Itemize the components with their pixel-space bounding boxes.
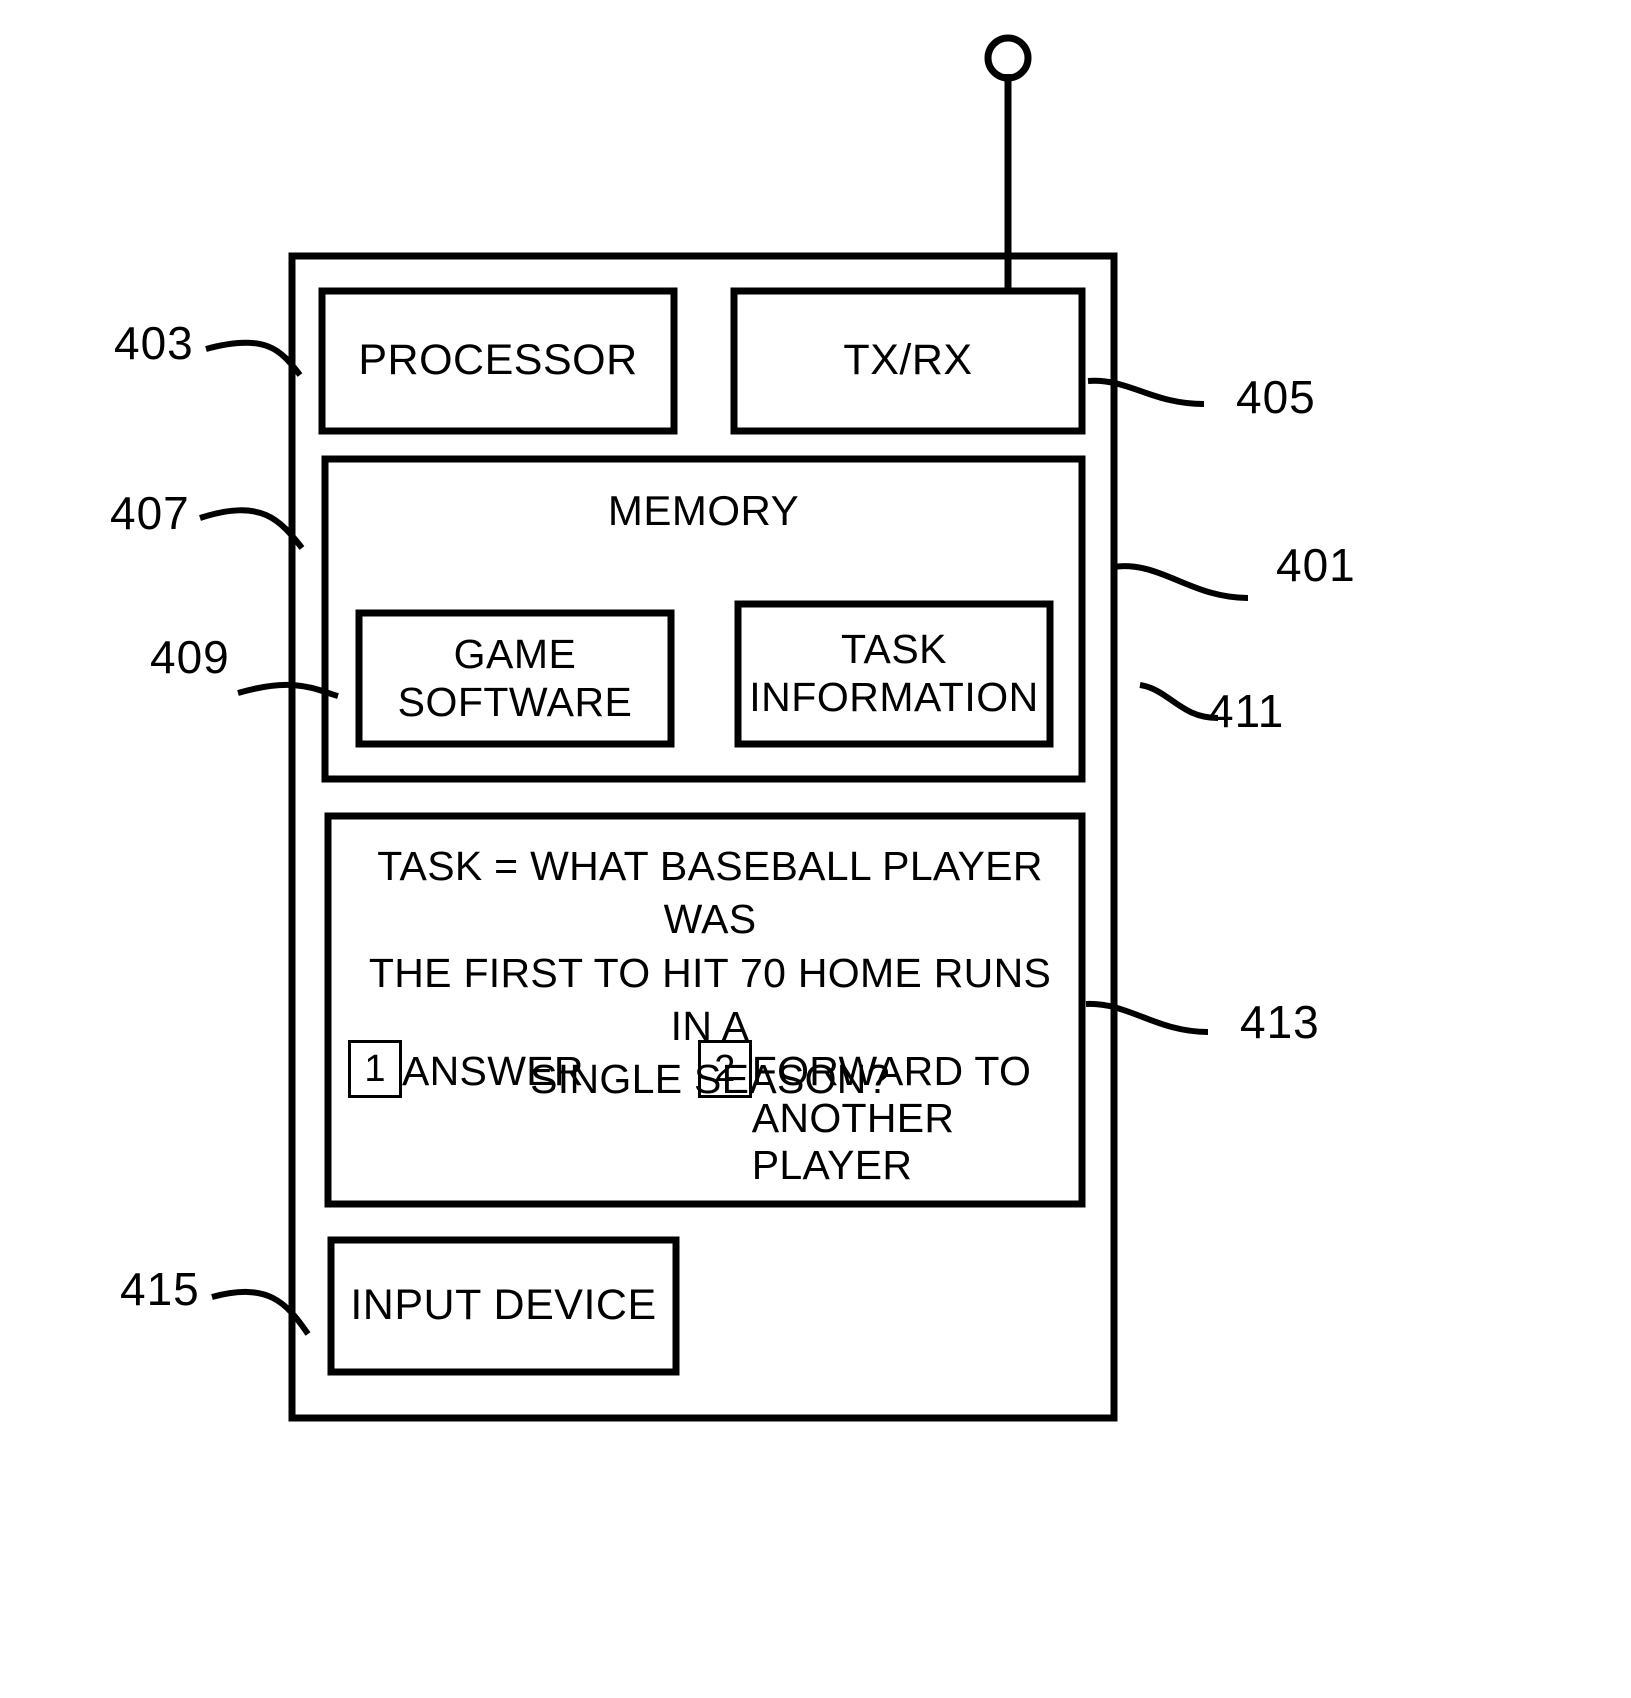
reference-numeral-411: 411 — [1208, 685, 1285, 737]
antenna-tip-icon — [984, 34, 1032, 82]
leader-line-403 — [205, 339, 303, 377]
task-information-block-outline — [734, 600, 1054, 748]
leader-line-407 — [199, 507, 305, 550]
task-option-1-label[interactable]: ANSWER — [402, 1040, 584, 1095]
task-question-line-1: TASK = WHAT BASEBALL PLAYER WAS — [377, 843, 1043, 943]
leader-line-411 — [1139, 682, 1219, 721]
reference-numeral-413: 413 — [1240, 996, 1320, 1048]
leader-line-413 — [1085, 1000, 1209, 1035]
reference-numeral-415: 415 — [120, 1263, 200, 1315]
game-software-block-outline — [355, 609, 675, 748]
task-question-line-2: THE FIRST TO HIT 70 HOME RUNS IN A — [368, 949, 1052, 1049]
task-options-row: 1 ANSWER 2 FORWARD TO ANOTHER PLAYER — [348, 1040, 1078, 1189]
reference-numeral-407: 407 — [110, 487, 190, 539]
task-option-2-label[interactable]: FORWARD TO ANOTHER PLAYER — [752, 1040, 1078, 1189]
task-option-2-number[interactable]: 2 — [697, 1040, 752, 1098]
processor-block-outline — [318, 287, 678, 435]
input-device-block-outline — [327, 1236, 680, 1376]
task-option-forward[interactable]: 2 FORWARD TO ANOTHER PLAYER — [697, 1040, 1078, 1189]
patent-figure: PROCESSOR TX/RX MEMORY GAME SOFTWARE TAS… — [0, 0, 1631, 1698]
leader-line-401 — [1112, 563, 1249, 601]
reference-numeral-403: 403 — [114, 317, 194, 369]
reference-numeral-409: 409 — [150, 631, 230, 683]
reference-numeral-405: 405 — [1236, 371, 1316, 423]
memory-block-outline — [321, 455, 1086, 783]
leader-line-405 — [1087, 377, 1205, 407]
task-option-1-number[interactable]: 1 — [348, 1040, 402, 1098]
txrx-block-outline — [730, 287, 1086, 435]
reference-numeral-401: 401 — [1276, 539, 1356, 591]
task-option-answer[interactable]: 1 ANSWER — [348, 1040, 584, 1098]
